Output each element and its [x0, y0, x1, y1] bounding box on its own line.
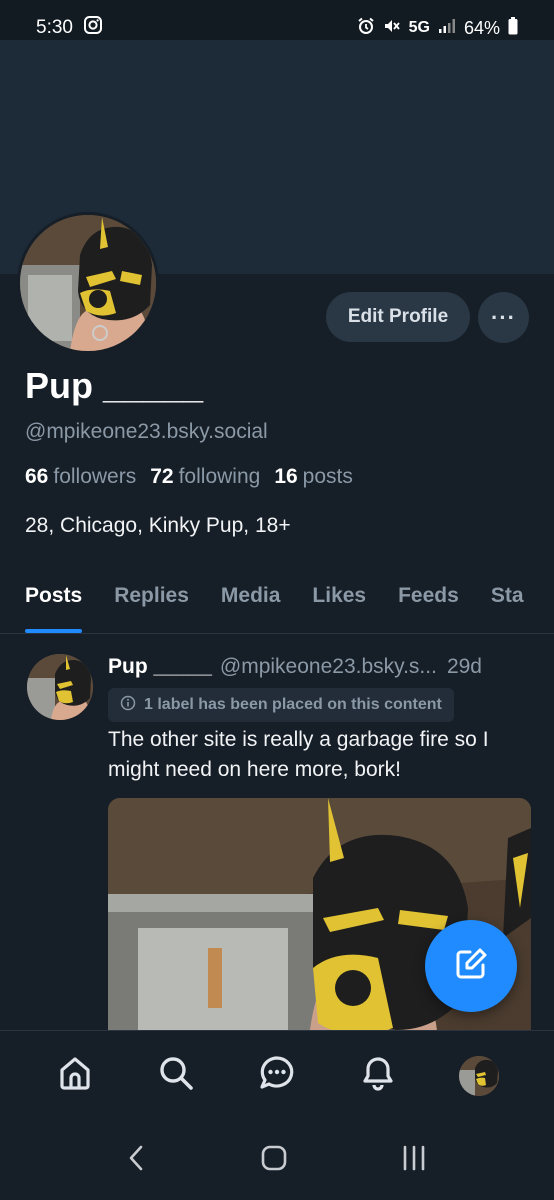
recents-icon[interactable] [399, 1143, 429, 1178]
status-time: 5:30 [36, 17, 73, 38]
followers-label: followers [53, 465, 137, 488]
info-icon [120, 695, 136, 716]
more-dots-icon: ··· [491, 304, 516, 330]
compose-post-button[interactable] [425, 920, 517, 1012]
compose-icon [452, 945, 490, 988]
nav-notifications[interactable] [348, 1046, 408, 1106]
tab-feeds[interactable]: Feeds [382, 570, 475, 633]
profile-avatar[interactable] [17, 212, 159, 354]
followers-count: 66 [25, 465, 49, 488]
signal-icon [438, 18, 456, 39]
profile-display-name: Pup _____ [25, 365, 204, 406]
following-count: 72 [150, 465, 174, 488]
profile-avatar-small [459, 1055, 500, 1096]
tab-media[interactable]: Media [205, 570, 297, 633]
search-icon [157, 1054, 195, 1097]
post-header: Pup _____ @mpikeone23.bsky.s... 29d [108, 655, 538, 679]
nav-chat[interactable] [247, 1046, 307, 1106]
more-options-button[interactable]: ··· [478, 292, 529, 343]
system-navigation [0, 1120, 554, 1200]
back-icon[interactable] [125, 1143, 149, 1178]
profile-bio: 28, Chicago, Kinky Pup, 18+ [25, 514, 291, 537]
mute-icon [383, 17, 401, 40]
bell-icon [359, 1054, 397, 1097]
nav-profile[interactable] [449, 1046, 509, 1106]
post-author-avatar[interactable] [27, 654, 93, 720]
content-label-notice[interactable]: 1 label has been placed on this content [108, 688, 454, 722]
battery-icon [508, 16, 518, 40]
home-button-icon[interactable] [259, 1143, 289, 1178]
bottom-navigation [0, 1030, 554, 1120]
profile-stats: 66 followers 72 following 16 posts [25, 465, 353, 489]
alarm-icon [357, 17, 375, 40]
post-author-name[interactable]: Pup _____ [108, 655, 212, 679]
network-type: 5G [408, 19, 430, 36]
tab-posts[interactable]: Posts [0, 570, 98, 633]
battery-percent: 64% [463, 17, 500, 38]
following-label: following [178, 465, 261, 488]
post-timestamp[interactable]: 29d [447, 655, 482, 679]
edit-profile-button[interactable]: Edit Profile [326, 292, 470, 342]
tab-starter-packs[interactable]: Sta [475, 570, 540, 633]
profile-handle: @mpikeone23.bsky.social [25, 420, 268, 443]
post-text: The other site is really a garbage fire … [108, 728, 489, 781]
posts-label: posts [302, 465, 353, 488]
label-notice-text: 1 label has been placed on this content [144, 696, 442, 713]
followers-stat[interactable]: 66 followers [25, 465, 136, 489]
instagram-icon [83, 15, 103, 41]
tab-replies[interactable]: Replies [98, 570, 205, 633]
home-icon [56, 1054, 94, 1097]
tab-likes[interactable]: Likes [296, 570, 382, 633]
following-stat[interactable]: 72 following [150, 465, 260, 489]
chat-icon [258, 1054, 296, 1097]
post-author-handle[interactable]: @mpikeone23.bsky.s... [220, 655, 437, 679]
profile-tabs: Posts Replies Media Likes Feeds Sta [0, 570, 554, 634]
nav-search[interactable] [146, 1046, 206, 1106]
posts-stat: 16 posts [274, 465, 353, 489]
posts-count: 16 [274, 465, 298, 488]
nav-home[interactable] [45, 1046, 105, 1106]
